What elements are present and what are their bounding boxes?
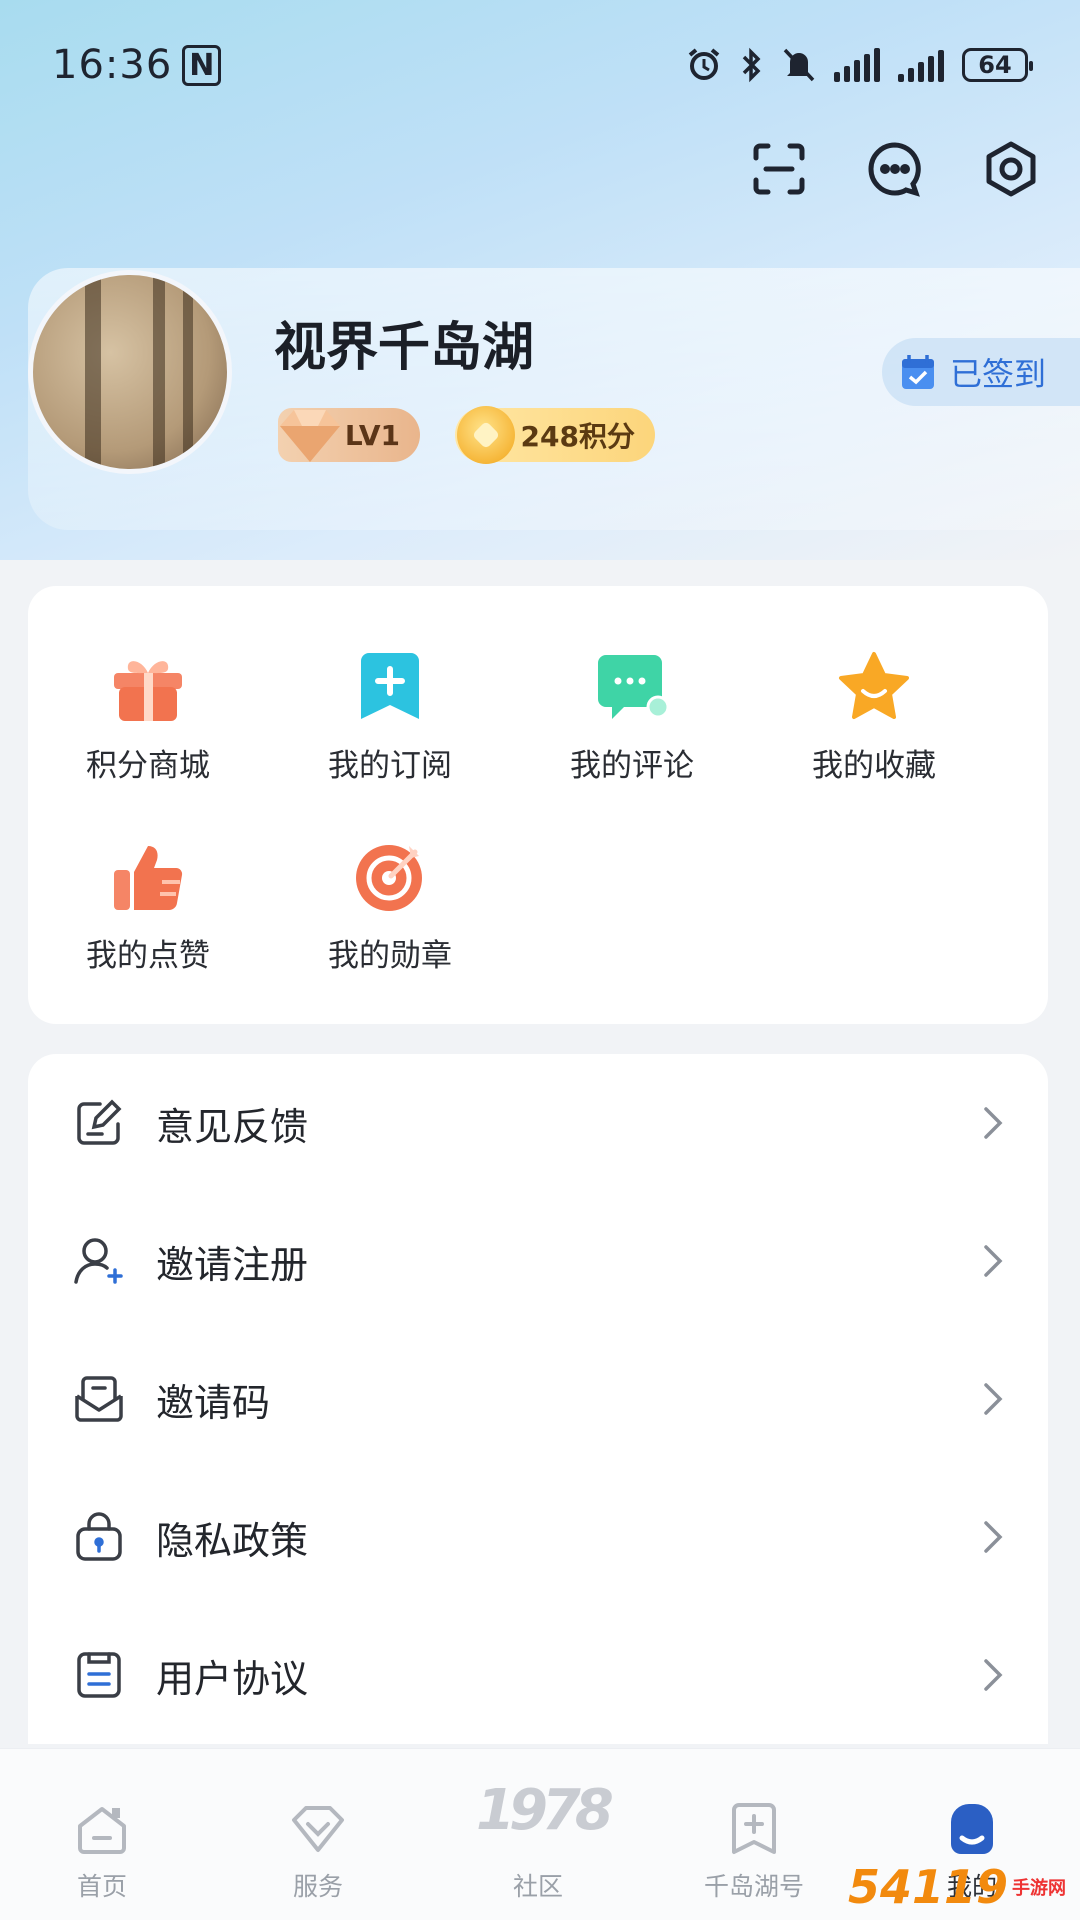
signal-icon: [898, 48, 944, 82]
status-bar: 16:36 N 64: [0, 0, 1080, 130]
quick-item-label: 积分商城: [86, 748, 210, 784]
quick-item-label: 我的勋章: [328, 938, 452, 974]
calendar-check-icon: [902, 355, 934, 389]
alarm-icon: [688, 48, 720, 80]
level-badge[interactable]: LV1: [278, 408, 420, 462]
feedback-edit-icon: [72, 1096, 126, 1150]
quick-item-label: 我的点赞: [86, 938, 210, 974]
signal-icon: [834, 48, 880, 82]
document-icon: [72, 1648, 126, 1702]
user-add-icon: [72, 1234, 126, 1288]
gem-icon: [280, 410, 340, 462]
chevron-right-icon: [978, 1379, 1008, 1419]
comment-icon: [593, 648, 671, 726]
menu-item-label: 意见反馈: [156, 1104, 309, 1149]
tab-label: 服务: [292, 1872, 343, 1901]
message-icon: [868, 142, 921, 197]
profile-icon: [942, 1799, 1002, 1859]
nfc-icon: N: [182, 44, 222, 86]
avatar-detail: [153, 275, 165, 469]
quick-item-label: 我的评论: [570, 748, 694, 784]
points-badge[interactable]: 248积分: [455, 406, 655, 464]
header-actions: [750, 140, 1040, 198]
tab-qiandaohu-account[interactable]: 千岛湖号: [646, 1799, 862, 1903]
mail-icon: [72, 1372, 126, 1426]
bookmark-plus-icon: [724, 1799, 784, 1859]
quick-item-medals[interactable]: 我的勋章: [270, 838, 510, 975]
battery-level: 64: [978, 51, 1012, 79]
diamond-icon: [288, 1799, 348, 1859]
menu-item-invite-code[interactable]: 邀请码: [28, 1330, 1048, 1468]
checkin-button[interactable]: 已签到: [882, 338, 1080, 406]
medal-target-icon: [351, 838, 429, 916]
menu-item-label: 邀请注册: [156, 1242, 309, 1287]
home-icon: [72, 1799, 132, 1859]
avatar-detail: [85, 275, 101, 469]
avatar[interactable]: [28, 270, 232, 474]
quick-item-label: 我的收藏: [812, 748, 936, 784]
menu-item-label: 隐私政策: [156, 1518, 309, 1563]
menu-item-invite-register[interactable]: 邀请注册: [28, 1192, 1048, 1330]
thumbs-up-icon: [109, 838, 187, 916]
quick-item-subscriptions[interactable]: 我的订阅: [270, 648, 510, 785]
community-1978-art: 1978: [476, 1778, 614, 1843]
tab-label: 首页: [76, 1872, 127, 1901]
status-icons: 64: [686, 47, 1033, 83]
level-text: LV1: [344, 418, 400, 452]
menu-list: 意见反馈 邀请注册 邀请码 隐私政策 用户协议: [28, 1054, 1048, 1744]
chevron-right-icon: [978, 1655, 1008, 1695]
quick-item-likes[interactable]: 我的点赞: [28, 838, 268, 975]
menu-item-label: 用户协议: [156, 1656, 309, 1701]
menu-item-feedback[interactable]: 意见反馈: [28, 1054, 1048, 1192]
scan-button[interactable]: [750, 140, 808, 198]
avatar-detail: [183, 275, 193, 469]
quick-item-favorites[interactable]: 我的收藏: [754, 648, 994, 785]
menu-item-user-agreement[interactable]: 用户协议: [28, 1606, 1048, 1744]
tab-home[interactable]: 首页: [0, 1799, 210, 1903]
watermark-main: 54119: [847, 1860, 1008, 1914]
watermark-logo: 54119 手游网: [848, 1860, 1066, 1914]
watermark-sub: 手游网: [1012, 1878, 1066, 1899]
points-text: 248积分: [520, 420, 635, 453]
chevron-right-icon: [978, 1103, 1008, 1143]
quick-item-points-mall[interactable]: 积分商城: [28, 648, 268, 785]
chevron-right-icon: [978, 1241, 1008, 1281]
bookmark-plus-icon: [351, 648, 429, 726]
bluetooth-icon: [742, 47, 761, 83]
quick-item-comments[interactable]: 我的评论: [512, 648, 752, 785]
tab-services[interactable]: 服务: [210, 1799, 426, 1903]
message-button[interactable]: [866, 140, 924, 198]
quick-item-label: 我的订阅: [328, 748, 452, 784]
battery-icon: 64: [962, 48, 1033, 82]
settings-button[interactable]: [982, 140, 1040, 198]
menu-item-privacy-policy[interactable]: 隐私政策: [28, 1468, 1048, 1606]
menu-item-label: 邀请码: [156, 1380, 271, 1425]
tab-label: 社区: [512, 1872, 563, 1901]
status-time: 16:36: [52, 42, 173, 88]
tab-label: 千岛湖号: [703, 1872, 804, 1901]
gift-icon: [109, 648, 187, 726]
star-icon: [835, 648, 913, 726]
chevron-right-icon: [978, 1517, 1008, 1557]
lock-icon: [72, 1510, 126, 1564]
scan-icon: [753, 143, 805, 195]
username[interactable]: 视界千岛湖: [274, 305, 534, 380]
mute-icon: [783, 48, 815, 82]
checkin-label: 已签到: [950, 355, 1047, 393]
settings-icon: [986, 141, 1036, 197]
quick-actions-card: 积分商城 我的订阅 我的评论 我的收藏 我的点赞 我的勋章: [28, 586, 1048, 1024]
coin-icon: [457, 406, 515, 464]
